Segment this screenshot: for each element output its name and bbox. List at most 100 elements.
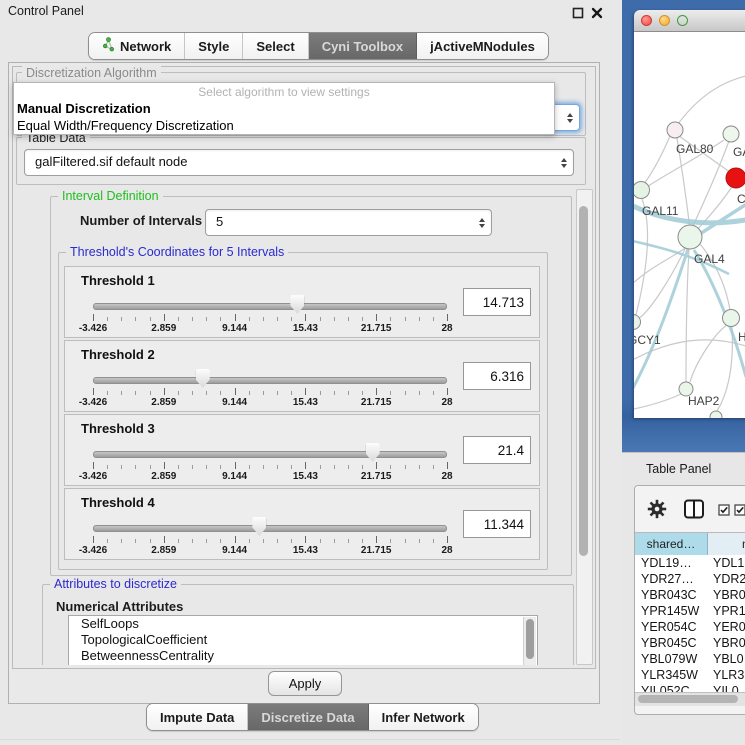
slider-tick-label: 15.43	[293, 397, 318, 408]
cell-shared-name[interactable]: YBR043C	[635, 587, 708, 603]
slider-ticks	[93, 314, 447, 322]
dropdown-option-manual-discretization[interactable]: Manual Discretization	[14, 101, 554, 118]
scrollbar-thumb[interactable]	[579, 206, 588, 556]
cell-shared-name[interactable]: YDL19…	[635, 555, 708, 571]
gear-icon[interactable]	[647, 499, 667, 524]
slider-thumb[interactable]	[290, 295, 304, 314]
column-header-shared-name[interactable]: shared…	[635, 533, 708, 555]
cell-name[interactable]: YBR0	[708, 587, 745, 603]
slider-tick	[121, 317, 122, 321]
network-node-gal11[interactable]	[634, 182, 650, 199]
mac-minimize-button[interactable]	[659, 15, 670, 26]
scrollbar-thumb[interactable]	[526, 619, 534, 659]
network-canvas[interactable]: GAL80GACGAL11GAL4GCY1HHAP2	[634, 32, 745, 418]
network-node-gcy1[interactable]	[634, 315, 641, 330]
network-node-h[interactable]	[723, 310, 740, 327]
tab-cyni-toolbox[interactable]: Cyni Toolbox	[309, 33, 417, 59]
table-data-combobox[interactable]: galFiltered.sif default node	[24, 149, 574, 176]
tab-impute-data[interactable]: Impute Data	[147, 704, 248, 730]
attribute-list-item[interactable]: TopologicalCoefficient	[69, 632, 537, 648]
slider-track[interactable]	[93, 303, 447, 310]
threshold-1-value-field[interactable]	[463, 288, 531, 316]
cell-name[interactable]: YER0	[708, 619, 745, 635]
attributes-scrollbar[interactable]	[523, 617, 536, 665]
cell-name[interactable]: YPR1	[708, 603, 745, 619]
threshold-2-value-field[interactable]	[463, 362, 531, 390]
tab-network[interactable]: Network	[89, 33, 185, 59]
slider-tick	[376, 314, 377, 321]
table-row[interactable]: YPR145WYPR1	[635, 603, 745, 619]
attribute-list-item[interactable]: BetweennessCentrality	[69, 648, 537, 664]
close-icon[interactable]	[591, 6, 603, 18]
table-data-value: galFiltered.sif default node	[35, 154, 187, 169]
settings-scrollbar[interactable]	[576, 189, 593, 665]
network-node-c[interactable]	[726, 168, 745, 188]
tab-discretize-data[interactable]: Discretize Data	[248, 704, 368, 730]
slider-thumb[interactable]	[196, 369, 210, 388]
tab-infer-network[interactable]: Infer Network	[369, 704, 478, 730]
column-layout-icon[interactable]	[683, 498, 705, 525]
table-row[interactable]: YBR045CYBR0	[635, 635, 745, 651]
checkbox-checked-icon[interactable]	[734, 503, 745, 521]
slider-tick	[320, 391, 321, 395]
cell-name[interactable]: YIL0	[708, 683, 745, 692]
cell-shared-name[interactable]: YPR145W	[635, 603, 708, 619]
numerical-attributes-list[interactable]: SelfLoopsTopologicalCoefficientBetweenne…	[68, 615, 538, 665]
dropdown-option-equal-width-frequency[interactable]: Equal Width/Frequency Discretization	[14, 118, 554, 135]
tab-select[interactable]: Select	[243, 33, 308, 59]
tab-jactivemnodules[interactable]: jActiveMNodules	[417, 33, 548, 59]
slider-tick	[334, 465, 335, 469]
slider-track[interactable]	[93, 451, 447, 458]
cell-shared-name[interactable]: YBL079W	[635, 651, 708, 667]
tab-style[interactable]: Style	[185, 33, 243, 59]
mac-zoom-button[interactable]	[677, 15, 688, 26]
slider-thumb[interactable]	[252, 517, 266, 536]
threshold-4-slider[interactable]: -3.4262.8599.14415.4321.71528	[93, 517, 447, 557]
network-node-gal80[interactable]	[667, 122, 683, 138]
network-node-gal4[interactable]	[678, 225, 702, 249]
slider-track[interactable]	[93, 377, 447, 384]
cell-shared-name[interactable]: YBR045C	[635, 635, 708, 651]
threshold-2-slider[interactable]: -3.4262.8599.14415.4321.71528	[93, 369, 447, 409]
cell-shared-name[interactable]: YLR345W	[635, 667, 708, 683]
attribute-list-item[interactable]: SelfLoops	[69, 616, 537, 632]
apply-button[interactable]: Apply	[268, 671, 342, 696]
network-window-titlebar	[634, 10, 745, 32]
slider-tick	[277, 465, 278, 469]
column-header-name[interactable]: na	[708, 533, 745, 555]
scrollbar-thumb[interactable]	[638, 695, 738, 703]
mac-close-button[interactable]	[641, 15, 652, 26]
cell-name[interactable]: YBL0	[708, 651, 745, 667]
cell-name[interactable]: YLR3	[708, 667, 745, 683]
cell-name[interactable]: YBR0	[708, 635, 745, 651]
table-row[interactable]: YER054CYER0	[635, 619, 745, 635]
cell-name[interactable]: YDL1	[708, 555, 745, 571]
cell-shared-name[interactable]: YIL052C	[635, 683, 708, 692]
slider-tick	[150, 391, 151, 395]
table-row[interactable]: YBR043CYBR0	[635, 587, 745, 603]
cell-shared-name[interactable]: YER054C	[635, 619, 708, 635]
slider-tick-labels: -3.4262.8599.14415.4321.71528	[93, 397, 447, 409]
slider-thumb[interactable]	[366, 443, 380, 462]
network-node-ga[interactable]	[723, 126, 739, 142]
threshold-3-slider[interactable]: -3.4262.8599.14415.4321.71528	[93, 443, 447, 483]
threshold-4-value-field[interactable]	[463, 510, 531, 538]
slider-tick	[291, 317, 292, 321]
table-horizontal-scrollbar[interactable]	[635, 692, 745, 706]
number-of-intervals-combobox[interactable]: 5	[205, 209, 492, 236]
network-node[interactable]	[710, 411, 722, 418]
table-row[interactable]: YDL19…YDL1	[635, 555, 745, 571]
slider-tick-label: 21.715	[361, 471, 392, 482]
slider-tick	[150, 539, 151, 543]
threshold-1-slider[interactable]: -3.4262.8599.14415.4321.71528	[93, 295, 447, 335]
checkbox-checked-icon[interactable]	[718, 503, 730, 521]
cell-name[interactable]: YDR2	[708, 571, 745, 587]
table-row[interactable]: YLR345WYLR3	[635, 667, 745, 683]
threshold-3-value-field[interactable]	[463, 436, 531, 464]
slider-track[interactable]	[93, 525, 447, 532]
table-row[interactable]: YDR27…YDR2	[635, 571, 745, 587]
table-row[interactable]: YBL079WYBL0	[635, 651, 745, 667]
float-window-icon[interactable]	[572, 6, 584, 18]
cell-shared-name[interactable]: YDR27…	[635, 571, 708, 587]
table-row[interactable]: YIL052CYIL0	[635, 683, 745, 692]
